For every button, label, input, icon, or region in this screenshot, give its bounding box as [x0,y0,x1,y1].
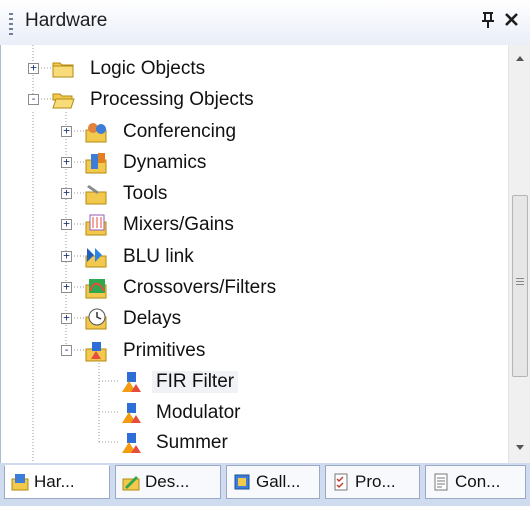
tree-item-label: BLU link [123,246,194,267]
collapse-icon[interactable]: - [28,93,39,105]
tree-item-processing-objects[interactable]: - Processing Objects [1,86,501,116]
hardware-panel: Hardware + Logic Objects - Processing Ob… [0,0,530,506]
folder-open-icon [51,88,75,112]
tab-label: Des... [145,472,190,491]
pin-icon[interactable] [478,9,498,31]
tree-item-label: Conferencing [123,121,237,142]
tools-icon [85,182,109,206]
tree-item-label: Summer [156,432,228,453]
tree-item-label: Primitives [123,340,206,361]
conferencing-icon [85,120,109,144]
panel-title-bar[interactable]: Hardware [0,0,530,46]
primitives-icon [85,339,109,363]
tree-item-logic-objects[interactable]: + Logic Objects [1,55,501,85]
tree-item-label: Delays [123,308,182,329]
folder-icon [51,57,75,81]
modulator-icon [119,401,143,425]
design-tab-icon [122,473,140,491]
fir-filter-icon [119,370,143,394]
tree-item-dynamics[interactable]: + Dynamics [1,149,501,179]
tree-item-label: Logic Objects [90,58,206,79]
tab-design[interactable]: Des... [115,465,221,499]
scrollbar-thumb[interactable] [512,195,528,377]
expand-icon[interactable]: + [28,62,39,74]
mixers-icon [85,213,109,237]
tree-item-label: FIR Filter [152,371,239,393]
tree-item-blu-link[interactable]: + BLU link [1,243,501,273]
tree-item-tools[interactable]: + Tools [1,180,501,210]
scroll-down-icon[interactable] [509,443,530,463]
tab-hardware[interactable]: Har... [4,465,110,499]
tree-item-label: Modulator [156,402,241,423]
expand-icon[interactable]: + [61,187,72,199]
tree-item-summer[interactable]: Summer [1,429,501,459]
expand-icon[interactable]: + [61,250,72,262]
tree-item-delays[interactable]: + Delays [1,305,501,335]
vertical-scrollbar[interactable] [508,45,530,463]
expand-icon[interactable]: + [61,218,72,230]
tree-item-conferencing[interactable]: + Conferencing [1,118,501,148]
console-tab-icon [432,473,450,491]
panel-tab-strip: Har... Des... Gall... Pro... Con... [0,463,530,506]
tree-item-fir-filter[interactable]: FIR Filter [1,368,501,398]
dynamics-icon [85,151,109,175]
summer-icon [119,431,143,455]
panel-title: Hardware [25,10,108,31]
close-icon[interactable] [501,9,523,31]
delays-icon [85,307,109,331]
tree-item-mixers-gains[interactable]: + Mixers/Gains [1,211,501,241]
tab-label: Gall... [256,472,301,491]
blu-link-icon [85,245,109,269]
hardware-tree: + Logic Objects - Processing Objects + Confer… [0,45,508,463]
properties-tab-icon [332,473,350,491]
crossovers-icon [85,276,109,300]
tab-properties[interactable]: Pro... [325,465,420,499]
tab-label: Pro... [355,472,396,491]
tab-label: Har... [34,472,75,491]
tab-label: Con... [455,472,501,491]
collapse-icon[interactable]: - [61,344,72,356]
hardware-tab-icon [11,473,29,491]
tab-gallery[interactable]: Gall... [226,465,320,499]
drag-grip-icon[interactable] [9,13,13,35]
expand-icon[interactable]: + [61,156,72,168]
tree-item-label: Crossovers/Filters [123,277,277,298]
expand-icon[interactable]: + [61,312,72,324]
expand-icon[interactable]: + [61,125,72,137]
tree-item-label: Tools [123,183,168,204]
tree-item-label: Dynamics [123,152,207,173]
expand-icon[interactable]: + [61,281,72,293]
tree-item-label: Processing Objects [90,89,254,110]
tree-item-label: Mixers/Gains [123,214,234,235]
tab-console[interactable]: Con... [425,465,526,499]
tree-item-modulator[interactable]: Modulator [1,399,501,429]
gallery-tab-icon [233,473,251,491]
tree-item-crossovers-filters[interactable]: + Crossovers/Filters [1,274,501,304]
tree-item-primitives[interactable]: - Primitives [1,337,501,367]
scroll-up-icon[interactable] [509,53,530,73]
